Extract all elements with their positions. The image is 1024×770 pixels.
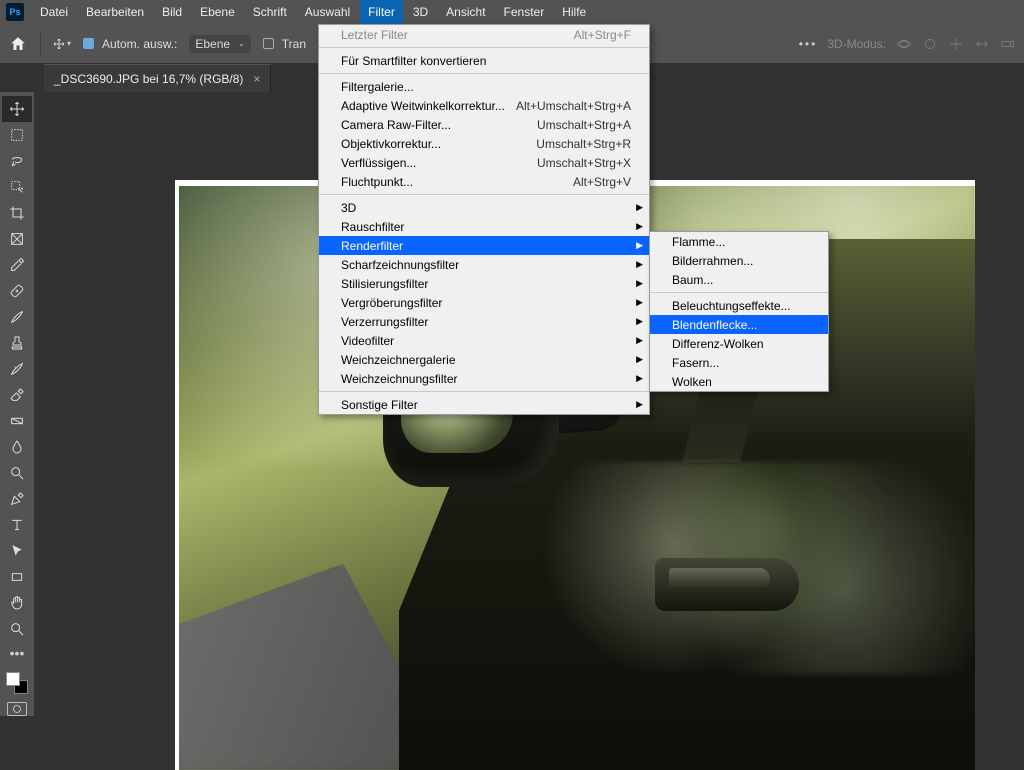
show-transform-toggle[interactable]: Tran bbox=[263, 37, 306, 51]
menuitem-lenscorrect[interactable]: Objektivkorrektur...Umschalt+Strg+R bbox=[319, 134, 649, 153]
move-tool-icon[interactable]: ▾ bbox=[53, 35, 71, 53]
submenuitem-tree[interactable]: Baum... bbox=[650, 270, 828, 289]
hand-tool[interactable] bbox=[2, 590, 32, 616]
menu-fenster[interactable]: Fenster bbox=[496, 0, 553, 24]
shape-tool[interactable] bbox=[2, 564, 32, 590]
document-title: _DSC3690.JPG bei 16,7% (RGB/8) bbox=[54, 72, 243, 86]
roll-icon[interactable] bbox=[922, 36, 938, 52]
menu-datei[interactable]: Datei bbox=[32, 0, 76, 24]
slide-icon[interactable] bbox=[974, 36, 990, 52]
menu-ebene[interactable]: Ebene bbox=[192, 0, 243, 24]
menuitem-blur[interactable]: Weichzeichnungsfilter▶ bbox=[319, 369, 649, 388]
menu-3d[interactable]: 3D bbox=[405, 0, 436, 24]
submenuitem-fibers[interactable]: Fasern... bbox=[650, 353, 828, 372]
menu-schrift[interactable]: Schrift bbox=[245, 0, 295, 24]
healing-tool[interactable] bbox=[2, 278, 32, 304]
document-tab[interactable]: _DSC3690.JPG bei 16,7% (RGB/8) × bbox=[44, 64, 271, 92]
eyedropper-tool[interactable] bbox=[2, 252, 32, 278]
blur-tool[interactable] bbox=[2, 434, 32, 460]
menuitem-liquify[interactable]: Verflüssigen...Umschalt+Strg+X bbox=[319, 153, 649, 172]
menuitem-cameraraw[interactable]: Camera Raw-Filter...Umschalt+Strg+A bbox=[319, 115, 649, 134]
menuitem-smartfilter[interactable]: Für Smartfilter konvertieren bbox=[319, 51, 649, 70]
menubar: Ps Datei Bearbeiten Bild Ebene Schrift A… bbox=[0, 0, 1024, 24]
type-tool[interactable] bbox=[2, 512, 32, 538]
pen-tool[interactable] bbox=[2, 486, 32, 512]
menuitem-sharpen[interactable]: Scharfzeichnungsfilter▶ bbox=[319, 255, 649, 274]
history-brush-tool[interactable] bbox=[2, 356, 32, 382]
menuitem-pixelate[interactable]: Vergröberungsfilter▶ bbox=[319, 293, 649, 312]
menu-bild[interactable]: Bild bbox=[154, 0, 190, 24]
menuitem-last-filter[interactable]: Letzter FilterAlt+Strg+F bbox=[319, 25, 649, 44]
tools-panel: ••• bbox=[0, 92, 34, 716]
menu-hilfe[interactable]: Hilfe bbox=[554, 0, 594, 24]
marquee-tool[interactable] bbox=[2, 122, 32, 148]
submenuitem-clouds[interactable]: Wolken bbox=[650, 372, 828, 391]
submenuitem-diffclouds[interactable]: Differenz-Wolken bbox=[650, 334, 828, 353]
eraser-tool[interactable] bbox=[2, 382, 32, 408]
mode3d-label: 3D-Modus: bbox=[827, 37, 886, 51]
menu-ansicht[interactable]: Ansicht bbox=[438, 0, 493, 24]
show-transform-label: Tran bbox=[282, 37, 306, 51]
submenuitem-pictureframe[interactable]: Bilderrahmen... bbox=[650, 251, 828, 270]
menuitem-video[interactable]: Videofilter▶ bbox=[319, 331, 649, 350]
auto-select-label: Autom. ausw.: bbox=[102, 37, 177, 51]
menu-filter[interactable]: Filter bbox=[360, 0, 403, 24]
overflow-icon[interactable]: ••• bbox=[799, 37, 818, 51]
menuitem-wideangle[interactable]: Adaptive Weitwinkelkorrektur...Alt+Umsch… bbox=[319, 96, 649, 115]
path-select-tool[interactable] bbox=[2, 538, 32, 564]
auto-select-value: Ebene bbox=[195, 37, 230, 51]
menuitem-other[interactable]: Sonstige Filter▶ bbox=[319, 395, 649, 414]
brush-tool[interactable] bbox=[2, 304, 32, 330]
gradient-tool[interactable] bbox=[2, 408, 32, 434]
dodge-tool[interactable] bbox=[2, 460, 32, 486]
menu-auswahl[interactable]: Auswahl bbox=[297, 0, 358, 24]
submenuitem-lighting[interactable]: Beleuchtungseffekte... bbox=[650, 296, 828, 315]
menuitem-filtergallery[interactable]: Filtergalerie... bbox=[319, 77, 649, 96]
menuitem-render[interactable]: Renderfilter▶ bbox=[319, 236, 649, 255]
lasso-tool[interactable] bbox=[2, 148, 32, 174]
close-icon[interactable]: × bbox=[253, 72, 260, 86]
camera-icon[interactable] bbox=[1000, 36, 1016, 52]
frame-tool[interactable] bbox=[2, 226, 32, 252]
submenuitem-lensflare[interactable]: Blendenflecke... bbox=[650, 315, 828, 334]
edit-toolbar-icon[interactable]: ••• bbox=[10, 642, 25, 664]
menuitem-distort[interactable]: Verzerrungsfilter▶ bbox=[319, 312, 649, 331]
menuitem-blurgallery[interactable]: Weichzeichnergalerie▶ bbox=[319, 350, 649, 369]
submenuitem-flame[interactable]: Flamme... bbox=[650, 232, 828, 251]
menuitem-vanishing[interactable]: Fluchtpunkt...Alt+Strg+V bbox=[319, 172, 649, 191]
menu-bearbeiten[interactable]: Bearbeiten bbox=[78, 0, 152, 24]
color-swatch[interactable] bbox=[6, 672, 28, 694]
orbit-icon[interactable] bbox=[896, 36, 912, 52]
zoom-tool[interactable] bbox=[2, 616, 32, 642]
quickmask-icon[interactable] bbox=[7, 702, 27, 716]
auto-select-combo[interactable]: Ebene ⌄ bbox=[189, 35, 250, 53]
crop-tool[interactable] bbox=[2, 200, 32, 226]
stamp-tool[interactable] bbox=[2, 330, 32, 356]
menuitem-noise[interactable]: Rauschfilter▶ bbox=[319, 217, 649, 236]
app-icon[interactable]: Ps bbox=[6, 3, 24, 21]
filter-dropdown: Letzter FilterAlt+Strg+F Für Smartfilter… bbox=[318, 24, 650, 415]
auto-select-toggle[interactable]: Autom. ausw.: bbox=[83, 37, 177, 51]
quick-select-tool[interactable] bbox=[2, 174, 32, 200]
home-icon[interactable] bbox=[8, 34, 28, 54]
move-tool[interactable] bbox=[2, 96, 32, 122]
menuitem-3d[interactable]: 3D▶ bbox=[319, 198, 649, 217]
pan-icon[interactable] bbox=[948, 36, 964, 52]
render-submenu: Flamme... Bilderrahmen... Baum... Beleuc… bbox=[649, 231, 829, 392]
menuitem-stylize[interactable]: Stilisierungsfilter▶ bbox=[319, 274, 649, 293]
